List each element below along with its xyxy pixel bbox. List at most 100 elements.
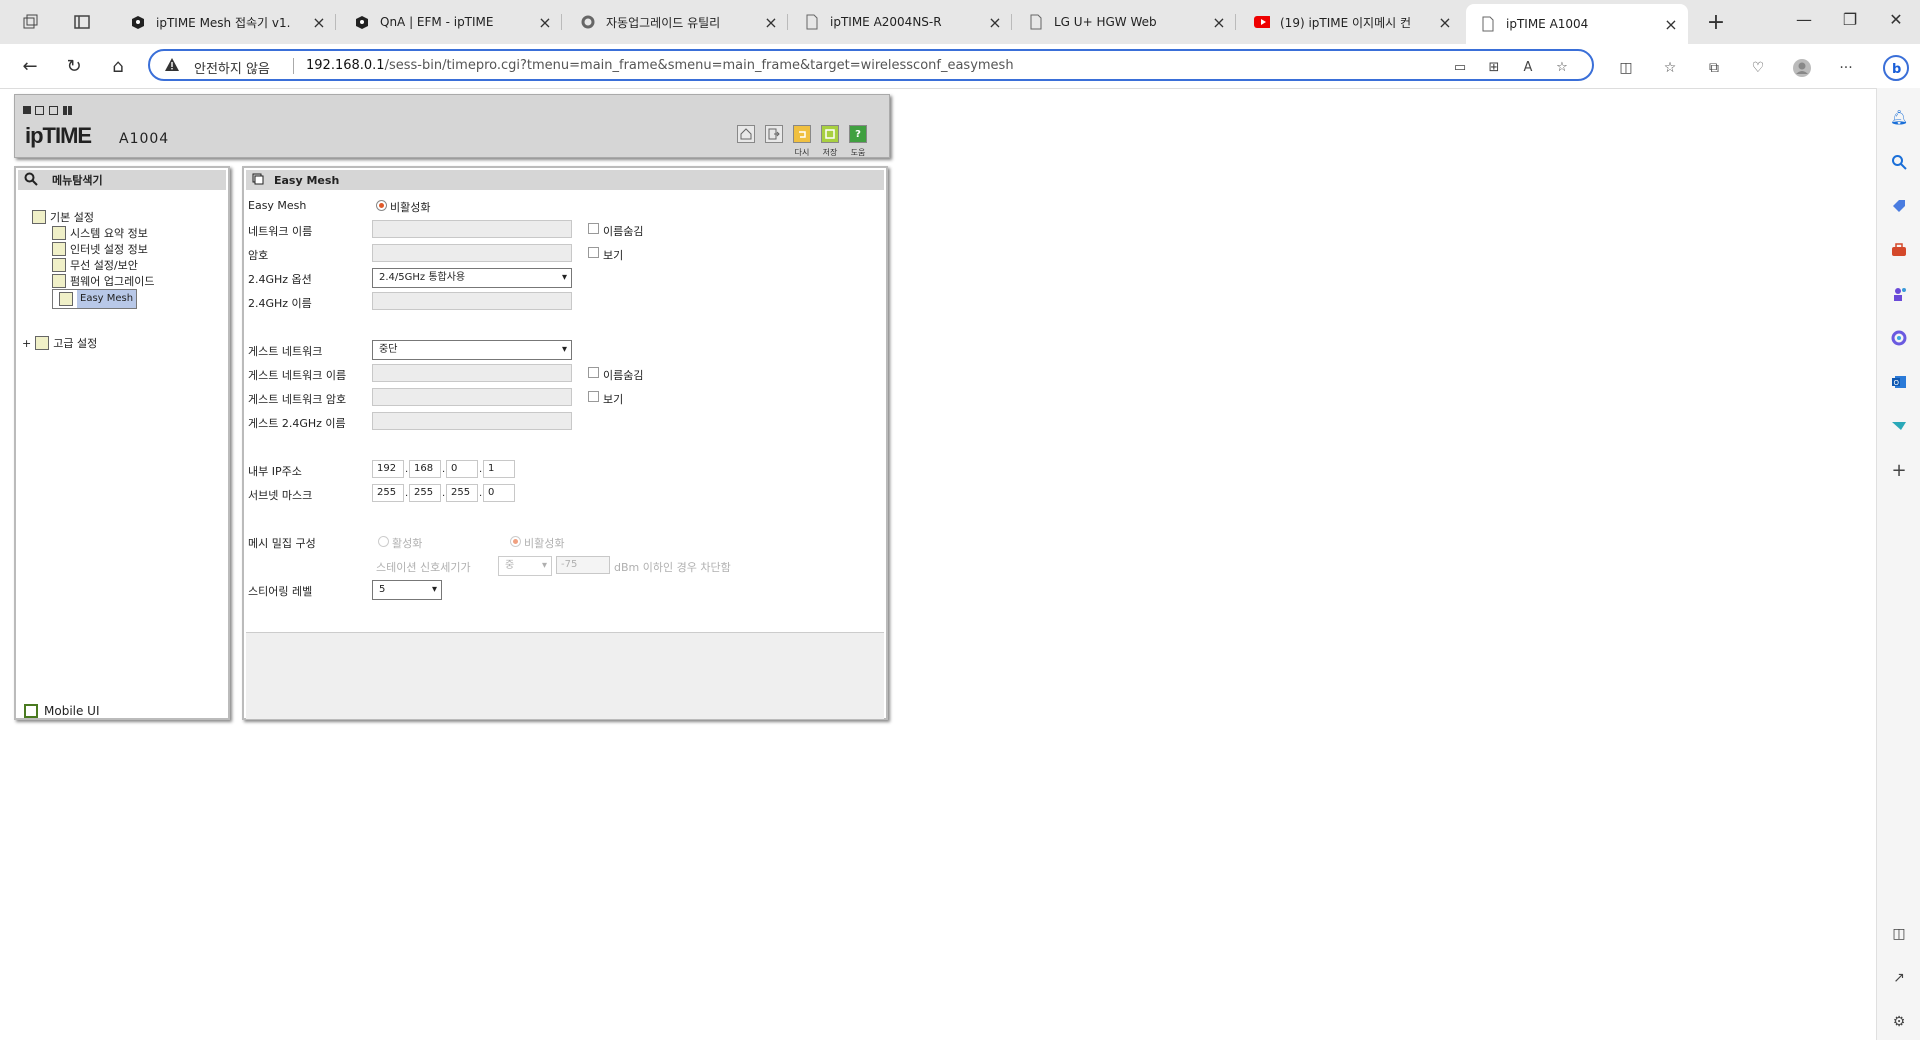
bing-copilot-icon[interactable]: b — [1882, 54, 1910, 82]
tab-actions-icon[interactable] — [68, 8, 96, 36]
close-icon[interactable]: × — [534, 13, 556, 32]
mask-octet-1[interactable]: 255 — [372, 484, 404, 502]
option-24-select[interactable]: 2.4/5GHz 통합사용 ▾ — [372, 268, 572, 288]
ip-octet-2[interactable]: 168 — [409, 460, 441, 478]
name-24-input[interactable] — [372, 292, 572, 310]
tree-advanced-settings[interactable]: + 고급 설정 — [22, 335, 97, 351]
guest-network-select[interactable]: 중단 ▾ — [372, 340, 572, 360]
tab-youtube[interactable]: (19) ipTIME 이지메시 컨 × — [1240, 4, 1462, 40]
qr-icon[interactable]: ⊞ — [1484, 57, 1504, 77]
tab-qna[interactable]: QnA | EFM - ipTIME × — [340, 4, 562, 40]
app-available-icon[interactable]: ▭ — [1450, 57, 1470, 77]
back-button[interactable]: ← — [16, 52, 44, 80]
minimize-button[interactable]: — — [1784, 10, 1824, 29]
ip-octet-4[interactable]: 1 — [483, 460, 515, 478]
dbm-input[interactable]: -75 — [556, 556, 610, 574]
mesh-disable-radio[interactable] — [510, 536, 521, 547]
tab-a2004ns[interactable]: ipTIME A2004NS-R × — [790, 4, 1012, 40]
read-aloud-icon[interactable]: A — [1518, 57, 1538, 77]
guest-24-input[interactable] — [372, 412, 572, 430]
tab-a1004-active[interactable]: ipTIME A1004 × — [1466, 4, 1688, 44]
iptime-icon — [130, 14, 146, 30]
guest-hide-name-checkbox[interactable] — [588, 367, 599, 378]
tree-item-firmware-upgrade[interactable]: 펌웨어 업그레이드 — [52, 273, 154, 289]
easy-mesh-disable-radio[interactable] — [376, 200, 387, 211]
panel-footer — [246, 632, 884, 719]
help-icon[interactable]: ? — [849, 125, 867, 143]
guest-show-password-checkbox[interactable] — [588, 391, 599, 402]
close-icon[interactable]: × — [1660, 15, 1682, 34]
tree-label: 시스템 요약 정보 — [70, 227, 148, 240]
drop-icon[interactable] — [1889, 416, 1909, 436]
games-icon[interactable] — [1889, 284, 1909, 304]
close-icon[interactable]: × — [308, 13, 330, 32]
url-text[interactable]: 192.168.0.1/sess-bin/timepro.cgi?tmenu=m… — [306, 58, 1014, 73]
external-link-icon[interactable]: ↗ — [1889, 968, 1909, 988]
ip-octet-1[interactable]: 192 — [372, 460, 404, 478]
warning-icon[interactable] — [164, 57, 180, 76]
signal-level-select[interactable]: 중 ▾ — [498, 556, 552, 576]
station-signal-label: 스테이션 신호세기가 — [376, 561, 471, 574]
mobile-ui-link[interactable]: Mobile UI — [24, 704, 100, 718]
close-icon[interactable]: × — [1208, 13, 1230, 32]
new-tab-button[interactable]: + — [1702, 8, 1730, 36]
window-close-button[interactable]: ✕ — [1876, 10, 1916, 29]
mask-octet-3[interactable]: 255 — [446, 484, 478, 502]
hide-sidebar-icon[interactable]: ◫ — [1889, 924, 1909, 944]
more-menu-icon[interactable]: ··· — [1836, 58, 1856, 78]
shopping-tag-icon[interactable] — [1889, 196, 1909, 216]
tree-item-wireless-security[interactable]: 무선 설정/보안 — [52, 257, 138, 273]
mask-octet-2[interactable]: 255 — [409, 484, 441, 502]
tree-item-easy-mesh[interactable]: Easy Mesh — [52, 289, 138, 309]
favorites-icon[interactable]: ☆ — [1660, 58, 1680, 78]
refresh-button[interactable]: ↻ — [60, 52, 88, 80]
favorite-star-icon[interactable]: ☆ — [1552, 57, 1572, 77]
settings-gear-icon[interactable]: ⚙ — [1889, 1012, 1909, 1032]
tab-lg-hgw[interactable]: LG U+ HGW Web × — [1014, 4, 1236, 40]
chevron-down-icon: ▾ — [431, 584, 437, 595]
outlook-icon[interactable]: O — [1889, 372, 1909, 392]
split-screen-icon[interactable]: ◫ — [1616, 58, 1636, 78]
hide-name-checkbox[interactable] — [588, 223, 599, 234]
add-sidebar-app-icon[interactable]: + — [1889, 460, 1909, 481]
search-icon[interactable] — [1889, 152, 1909, 172]
close-icon[interactable]: × — [1434, 13, 1456, 32]
collections-icon[interactable]: ⧉ — [1704, 58, 1724, 78]
logout-icon[interactable] — [765, 125, 783, 143]
divider — [293, 58, 294, 74]
address-bar[interactable]: 안전하지 않음 192.168.0.1/sess-bin/timepro.cgi… — [148, 49, 1594, 81]
tree-basic-settings[interactable]: 기본 설정 — [32, 209, 94, 225]
security-label[interactable]: 안전하지 않음 — [194, 58, 270, 77]
mask-octet-4[interactable]: 0 — [483, 484, 515, 502]
tab-auto-upgrade[interactable]: 자동업그레이드 유틸리 × — [566, 4, 788, 40]
network-name-input[interactable] — [372, 220, 572, 238]
steering-select[interactable]: 5 ▾ — [372, 580, 442, 600]
save-icon[interactable] — [821, 125, 839, 143]
close-icon[interactable]: × — [984, 13, 1006, 32]
refresh-icon[interactable] — [793, 125, 811, 143]
close-icon[interactable]: × — [760, 13, 782, 32]
home-icon[interactable] — [737, 125, 755, 143]
restore-button[interactable]: ❐ — [1830, 10, 1870, 29]
show-password-checkbox[interactable] — [588, 247, 599, 258]
expand-plus-icon[interactable]: + — [22, 337, 31, 350]
tools-icon[interactable] — [1889, 240, 1909, 260]
option-24-value: 2.4/5GHz 통합사용 — [379, 272, 466, 283]
home-button[interactable]: ⌂ — [104, 52, 132, 80]
page-icon — [1480, 16, 1496, 32]
mesh-enable-radio[interactable] — [378, 536, 389, 547]
ip-octet-3[interactable]: 0 — [446, 460, 478, 478]
profile-avatar[interactable] — [1792, 58, 1812, 78]
tab-mesh-connector[interactable]: ipTIME Mesh 접속기 v1. × — [116, 4, 336, 40]
guest-password-input[interactable] — [372, 388, 572, 406]
guest-name-input[interactable] — [372, 364, 572, 382]
password-input[interactable] — [372, 244, 572, 262]
dot-separator: . — [442, 488, 446, 499]
notification-bell-icon[interactable]: 🔔︎ — [1889, 108, 1909, 128]
microsoft365-icon[interactable] — [1889, 328, 1909, 348]
tab-title: ipTIME A1004 — [1506, 17, 1589, 31]
tree-item-internet-settings[interactable]: 인터넷 설정 정보 — [52, 241, 148, 257]
tree-item-system-summary[interactable]: 시스템 요약 정보 — [52, 225, 148, 241]
workspaces-icon[interactable] — [16, 8, 44, 36]
extensions-icon[interactable]: ♡ — [1748, 58, 1768, 78]
